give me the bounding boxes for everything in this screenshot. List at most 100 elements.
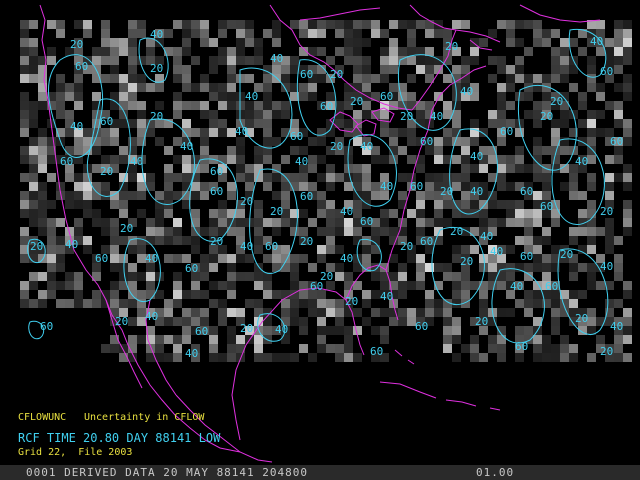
field-cell [254,209,263,218]
field-cell [623,353,632,362]
field-cell [596,110,605,119]
field-cell [542,38,551,47]
field-cell [470,335,479,344]
field-cell [173,173,182,182]
field-cell [146,227,155,236]
contour-value-label: 20 [210,235,223,248]
field-cell [443,272,452,281]
field-cell [245,182,254,191]
field-cell [200,137,209,146]
field-cell [533,137,542,146]
field-cell [452,173,461,182]
field-cell [164,164,173,173]
field-cell [524,47,533,56]
field-cell [92,218,101,227]
field-cell [38,209,47,218]
field-cell [119,74,128,83]
field-cell [506,164,515,173]
field-cell [146,83,155,92]
field-cell [47,245,56,254]
field-cell [20,92,29,101]
contour-value-label: 60 [195,325,208,338]
field-cell [551,353,560,362]
field-cell [173,335,182,344]
field-cell [299,254,308,263]
field-cell [38,272,47,281]
field-cell [452,290,461,299]
product-code: CFLOWUNC [18,412,67,423]
field-cell [209,263,218,272]
field-cell [101,290,110,299]
field-cell [623,182,632,191]
field-cell [479,164,488,173]
field-cell [362,245,371,254]
field-cell [173,290,182,299]
contour-value-label: 60 [185,262,198,275]
field-cell [605,38,614,47]
field-cell [164,191,173,200]
field-cell [479,299,488,308]
field-cell [362,173,371,182]
field-cell [461,173,470,182]
field-cell [371,227,380,236]
field-cell [227,101,236,110]
field-cell [227,182,236,191]
field-cell [497,155,506,164]
field-cell [20,119,29,128]
field-cell [452,281,461,290]
field-cell [425,56,434,65]
field-cell [614,119,623,128]
field-cell [254,47,263,56]
field-cell [128,92,137,101]
field-cell [533,74,542,83]
field-cell [308,164,317,173]
field-cell [29,74,38,83]
field-cell [227,335,236,344]
contour-value-label: 60 [360,215,373,228]
field-cell [533,299,542,308]
field-cell [281,191,290,200]
field-cell [461,272,470,281]
field-cell [119,299,128,308]
field-cell [38,164,47,173]
contour-value-label: 40 [295,155,308,168]
field-cell [380,128,389,137]
field-cell [344,281,353,290]
field-cell [65,92,74,101]
field-cell [299,146,308,155]
field-cell [119,38,128,47]
field-cell [173,227,182,236]
field-cell [29,47,38,56]
field-cell [587,263,596,272]
field-cell [290,353,299,362]
field-cell [281,245,290,254]
field-cell [155,137,164,146]
field-cell [38,101,47,110]
contour-value-label: 20 [300,235,313,248]
field-cell [56,92,65,101]
field-cell [416,218,425,227]
field-cell [254,272,263,281]
field-cell [263,110,272,119]
field-cell [623,164,632,173]
field-cell [497,308,506,317]
field-cell [29,281,38,290]
field-cell [542,335,551,344]
contour-value-label: 20 [575,312,588,325]
field-cell [200,146,209,155]
field-cell [497,65,506,74]
contour-value-label: 20 [240,322,253,335]
field-cell [353,173,362,182]
field-cell [398,290,407,299]
field-cell [74,92,83,101]
field-cell [218,308,227,317]
field-cell [29,155,38,164]
field-cell [551,299,560,308]
field-cell [254,155,263,164]
contour-value-label: 20 [270,205,283,218]
field-cell [263,74,272,83]
field-cell [497,56,506,65]
field-cell [587,65,596,74]
field-cell [488,56,497,65]
field-cell [434,200,443,209]
